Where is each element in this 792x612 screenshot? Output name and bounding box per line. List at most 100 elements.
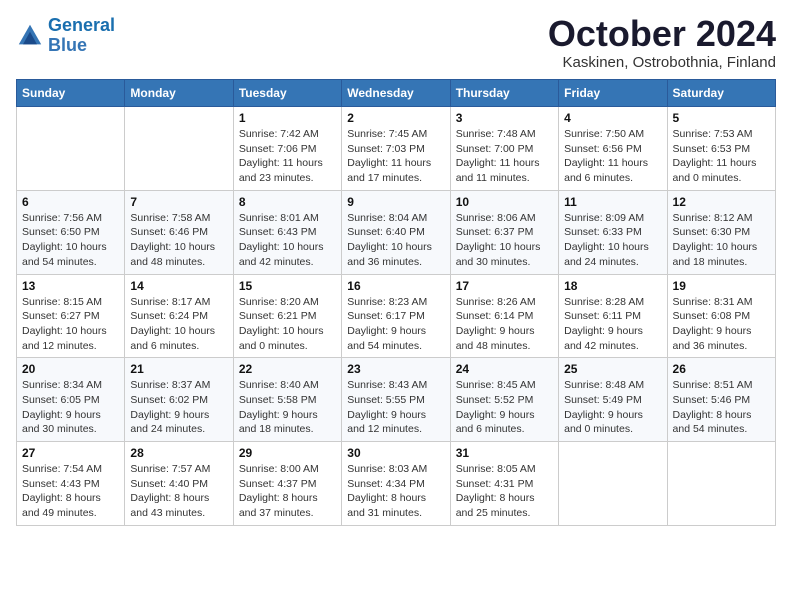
day-info: Sunrise: 8:45 AM Sunset: 5:52 PM Dayligh… [456, 378, 553, 437]
day-number: 11 [564, 195, 661, 209]
calendar-cell: 28Sunrise: 7:57 AM Sunset: 4:40 PM Dayli… [125, 442, 233, 526]
day-number: 28 [130, 446, 227, 460]
day-number: 16 [347, 279, 444, 293]
calendar-cell: 5 Sunrise: 7:53 AM Sunset: 6:53 PM Daylig… [667, 107, 775, 191]
day-info: Sunrise: 7:45 AM Sunset: 7:03 PM Dayligh… [347, 127, 444, 186]
day-number: 4 [564, 111, 661, 125]
day-info: Sunrise: 8:31 AM Sunset: 6:08 PM Dayligh… [673, 295, 770, 354]
day-number: 7 [130, 195, 227, 209]
logo: General Blue [16, 16, 115, 56]
day-number: 8 [239, 195, 336, 209]
day-number: 21 [130, 362, 227, 376]
day-info: Sunrise: 8:00 AM Sunset: 4:37 PM Dayligh… [239, 462, 336, 521]
calendar-cell: 9 Sunrise: 8:04 AM Sunset: 6:40 PM Daylig… [342, 190, 450, 274]
day-info: Sunrise: 7:58 AM Sunset: 6:46 PM Dayligh… [130, 211, 227, 270]
calendar-cell: 15 Sunrise: 8:20 AM Sunset: 6:21 PM Dayli… [233, 274, 341, 358]
calendar-cell: 24 Sunrise: 8:45 AM Sunset: 5:52 PM Dayli… [450, 358, 558, 442]
day-info: Sunrise: 7:50 AM Sunset: 6:56 PM Dayligh… [564, 127, 661, 186]
weekday-header-row: SundayMondayTuesdayWednesdayThursdayFrid… [17, 80, 776, 107]
day-number: 3 [456, 111, 553, 125]
day-number: 5 [673, 111, 770, 125]
day-number: 23 [347, 362, 444, 376]
calendar-cell: 1 Sunrise: 7:42 AM Sunset: 7:06 PM Daylig… [233, 107, 341, 191]
calendar-cell: 7 Sunrise: 7:58 AM Sunset: 6:46 PM Daylig… [125, 190, 233, 274]
day-number: 20 [22, 362, 119, 376]
day-info: Sunrise: 8:40 AM Sunset: 5:58 PM Dayligh… [239, 378, 336, 437]
calendar-cell: 12 Sunrise: 8:12 AM Sunset: 6:30 PM Dayli… [667, 190, 775, 274]
calendar-cell: 27 Sunrise: 7:54 AM Sunset: 4:43 PM Dayli… [17, 442, 125, 526]
calendar-cell: 14Sunrise: 8:17 AM Sunset: 6:24 PM Dayli… [125, 274, 233, 358]
weekday-header-tuesday: Tuesday [233, 80, 341, 107]
day-info: Sunrise: 8:01 AM Sunset: 6:43 PM Dayligh… [239, 211, 336, 270]
calendar-cell: 3 Sunrise: 7:48 AM Sunset: 7:00 PM Daylig… [450, 107, 558, 191]
day-number: 26 [673, 362, 770, 376]
title-block: October 2024 Kaskinen, Ostrobothnia, Fin… [548, 16, 776, 71]
weekday-header-thursday: Thursday [450, 80, 558, 107]
day-number: 27 [22, 446, 119, 460]
calendar-cell: 18 Sunrise: 8:28 AM Sunset: 6:11 PM Dayli… [559, 274, 667, 358]
day-info: Sunrise: 8:26 AM Sunset: 6:14 PM Dayligh… [456, 295, 553, 354]
day-info: Sunrise: 7:42 AM Sunset: 7:06 PM Dayligh… [239, 127, 336, 186]
calendar-cell: 13 Sunrise: 8:15 AM Sunset: 6:27 PM Dayli… [17, 274, 125, 358]
calendar-cell: 19 Sunrise: 8:31 AM Sunset: 6:08 PM Dayli… [667, 274, 775, 358]
day-info: Sunrise: 8:23 AM Sunset: 6:17 PM Dayligh… [347, 295, 444, 354]
day-info: Sunrise: 8:03 AM Sunset: 4:34 PM Dayligh… [347, 462, 444, 521]
calendar-table: SundayMondayTuesdayWednesdayThursdayFrid… [16, 79, 776, 526]
day-info: Sunrise: 8:34 AM Sunset: 6:05 PM Dayligh… [22, 378, 119, 437]
weekday-header-sunday: Sunday [17, 80, 125, 107]
day-info: Sunrise: 8:04 AM Sunset: 6:40 PM Dayligh… [347, 211, 444, 270]
page-header: General Blue October 2024 Kaskinen, Ostr… [16, 16, 776, 71]
calendar-cell: 6 Sunrise: 7:56 AM Sunset: 6:50 PM Daylig… [17, 190, 125, 274]
day-info: Sunrise: 8:09 AM Sunset: 6:33 PM Dayligh… [564, 211, 661, 270]
month-title: October 2024 [548, 16, 776, 52]
day-info: Sunrise: 7:56 AM Sunset: 6:50 PM Dayligh… [22, 211, 119, 270]
logo-text: General Blue [48, 16, 115, 56]
calendar-cell: 22 Sunrise: 8:40 AM Sunset: 5:58 PM Dayli… [233, 358, 341, 442]
calendar-cell: 30Sunrise: 8:03 AM Sunset: 4:34 PM Dayli… [342, 442, 450, 526]
calendar-cell [17, 107, 125, 191]
day-number: 1 [239, 111, 336, 125]
day-info: Sunrise: 8:12 AM Sunset: 6:30 PM Dayligh… [673, 211, 770, 270]
day-info: Sunrise: 8:15 AM Sunset: 6:27 PM Dayligh… [22, 295, 119, 354]
calendar-cell: 2 Sunrise: 7:45 AM Sunset: 7:03 PM Daylig… [342, 107, 450, 191]
calendar-cell: 17Sunrise: 8:26 AM Sunset: 6:14 PM Dayli… [450, 274, 558, 358]
day-info: Sunrise: 8:28 AM Sunset: 6:11 PM Dayligh… [564, 295, 661, 354]
day-info: Sunrise: 7:53 AM Sunset: 6:53 PM Dayligh… [673, 127, 770, 186]
day-info: Sunrise: 7:48 AM Sunset: 7:00 PM Dayligh… [456, 127, 553, 186]
day-number: 18 [564, 279, 661, 293]
calendar-cell: 8 Sunrise: 8:01 AM Sunset: 6:43 PM Daylig… [233, 190, 341, 274]
day-number: 9 [347, 195, 444, 209]
calendar-week-4: 20 Sunrise: 8:34 AM Sunset: 6:05 PM Dayli… [17, 358, 776, 442]
day-number: 22 [239, 362, 336, 376]
calendar-cell: 21 Sunrise: 8:37 AM Sunset: 6:02 PM Dayli… [125, 358, 233, 442]
day-number: 29 [239, 446, 336, 460]
calendar-cell: 31Sunrise: 8:05 AM Sunset: 4:31 PM Dayli… [450, 442, 558, 526]
day-info: Sunrise: 7:54 AM Sunset: 4:43 PM Dayligh… [22, 462, 119, 521]
calendar-cell: 4 Sunrise: 7:50 AM Sunset: 6:56 PM Daylig… [559, 107, 667, 191]
day-number: 15 [239, 279, 336, 293]
day-number: 31 [456, 446, 553, 460]
day-number: 6 [22, 195, 119, 209]
calendar-cell: 11 Sunrise: 8:09 AM Sunset: 6:33 PM Dayli… [559, 190, 667, 274]
calendar-cell: 20 Sunrise: 8:34 AM Sunset: 6:05 PM Dayli… [17, 358, 125, 442]
logo-icon [16, 22, 44, 50]
calendar-week-5: 27 Sunrise: 7:54 AM Sunset: 4:43 PM Dayli… [17, 442, 776, 526]
day-number: 12 [673, 195, 770, 209]
day-number: 19 [673, 279, 770, 293]
calendar-week-2: 6 Sunrise: 7:56 AM Sunset: 6:50 PM Daylig… [17, 190, 776, 274]
calendar-cell: 23Sunrise: 8:43 AM Sunset: 5:55 PM Dayli… [342, 358, 450, 442]
calendar-cell: 16 Sunrise: 8:23 AM Sunset: 6:17 PM Dayli… [342, 274, 450, 358]
calendar-week-3: 13 Sunrise: 8:15 AM Sunset: 6:27 PM Dayli… [17, 274, 776, 358]
day-info: Sunrise: 8:20 AM Sunset: 6:21 PM Dayligh… [239, 295, 336, 354]
day-number: 2 [347, 111, 444, 125]
day-info: Sunrise: 8:06 AM Sunset: 6:37 PM Dayligh… [456, 211, 553, 270]
day-info: Sunrise: 8:37 AM Sunset: 6:02 PM Dayligh… [130, 378, 227, 437]
day-number: 13 [22, 279, 119, 293]
weekday-header-saturday: Saturday [667, 80, 775, 107]
day-number: 24 [456, 362, 553, 376]
day-number: 25 [564, 362, 661, 376]
location: Kaskinen, Ostrobothnia, Finland [548, 54, 776, 71]
calendar-cell [667, 442, 775, 526]
day-info: Sunrise: 8:48 AM Sunset: 5:49 PM Dayligh… [564, 378, 661, 437]
day-info: Sunrise: 8:17 AM Sunset: 6:24 PM Dayligh… [130, 295, 227, 354]
